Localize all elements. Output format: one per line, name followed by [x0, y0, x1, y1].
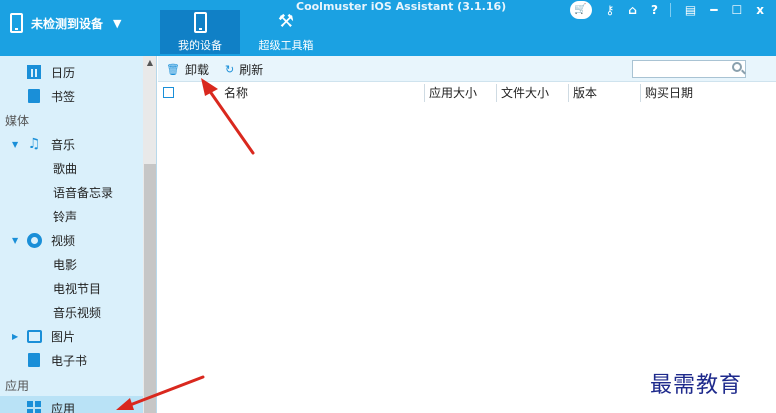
- tools-icon: ⚒: [277, 11, 295, 32]
- phone-icon: [10, 13, 23, 33]
- sidebar-item-label: 日历: [51, 65, 76, 80]
- maximize-icon[interactable]: ☐: [731, 3, 742, 17]
- sidebar-item-label: 语音备忘录: [53, 185, 114, 200]
- sidebar-item-label: 音乐: [51, 137, 76, 152]
- sidebar-item-label: 视频: [51, 233, 76, 248]
- sidebar-scrollbar[interactable]: ▲: [143, 56, 156, 413]
- photo-icon: [26, 329, 42, 343]
- sidebar-item-label: 音乐视频: [53, 305, 102, 320]
- select-all-checkbox[interactable]: [163, 87, 174, 98]
- sidebar-item-label: 图片: [51, 329, 76, 344]
- phone-icon: [193, 11, 207, 33]
- apps-icon: [27, 401, 41, 413]
- sidebar-item-label: 电视节目: [53, 281, 102, 296]
- toolbar: 🗑 卸载 ↻ 刷新: [158, 56, 776, 82]
- uninstall-label: 卸载: [184, 63, 209, 77]
- minimize-icon[interactable]: ━: [710, 3, 717, 17]
- video-icon: [26, 232, 42, 248]
- sidebar-item-music-videos[interactable]: 音乐视频: [0, 300, 143, 324]
- close-icon[interactable]: x: [756, 3, 764, 17]
- device-selector-label: 未检测到设备: [31, 16, 104, 31]
- uninstall-button[interactable]: 🗑 卸载: [166, 61, 209, 78]
- sidebar-item-movies[interactable]: 电影: [0, 252, 143, 276]
- column-header-purchase-date[interactable]: 购买日期: [640, 84, 693, 102]
- refresh-label: 刷新: [239, 63, 264, 77]
- scroll-up-icon[interactable]: ▲: [143, 58, 156, 70]
- sidebar-item-tv-shows[interactable]: 电视节目: [0, 276, 143, 300]
- app-title: Coolmuster iOS Assistant (3.1.16): [296, 0, 507, 13]
- search-box[interactable]: [632, 60, 746, 78]
- refresh-button[interactable]: ↻ 刷新: [225, 61, 263, 78]
- sidebar-section-media: 媒体: [5, 114, 30, 128]
- refresh-icon: ↻: [225, 63, 235, 76]
- music-icon: ♫: [27, 136, 41, 152]
- caret-down-icon: ▼: [113, 16, 122, 30]
- tab-my-device-label: 我的设备: [178, 39, 222, 52]
- watermark: 最需教育: [650, 373, 743, 398]
- column-header-version[interactable]: 版本: [568, 84, 597, 102]
- window-controls: 🛒 ⚷ ⌂ ? ▤ ━ ☐ x: [556, 1, 764, 19]
- sidebar-item-video[interactable]: ▼ 视频: [0, 228, 143, 252]
- trash-icon: 🗑: [166, 63, 180, 76]
- feedback-icon[interactable]: ▤: [685, 3, 696, 17]
- sidebar-item-label: 电影: [53, 257, 78, 272]
- sidebar-item-apps[interactable]: 应用: [0, 396, 143, 413]
- sidebar: 日历 书签 媒体 ▼ ♫ 音乐 歌曲 语音备忘录 铃声 ▼ 视频 电影 电视节目…: [0, 56, 157, 413]
- sidebar-item-music[interactable]: ▼ ♫ 音乐: [0, 132, 143, 156]
- sidebar-item-label: 应用: [51, 401, 76, 413]
- divider: [669, 3, 671, 17]
- sidebar-item-label: 铃声: [53, 209, 78, 224]
- search-input[interactable]: [633, 61, 729, 77]
- column-header-file-size[interactable]: 文件大小: [496, 84, 549, 102]
- main-panel: 🗑 卸载 ↻ 刷新 名称 应用大小 文件大小 版本 购买日期: [158, 56, 776, 413]
- sidebar-item-photos[interactable]: ▶ 图片: [0, 324, 143, 348]
- home-icon[interactable]: ⌂: [628, 3, 637, 17]
- sidebar-item-ringtones[interactable]: 铃声: [0, 204, 143, 228]
- bookmark-icon: [28, 89, 40, 103]
- sidebar-item-label: 书签: [51, 89, 76, 104]
- expand-icon[interactable]: ▼: [12, 236, 22, 245]
- cart-icon[interactable]: 🛒: [569, 1, 592, 19]
- tab-my-device[interactable]: 我的设备: [160, 10, 240, 54]
- search-icon[interactable]: [732, 62, 742, 72]
- tab-super-toolbox[interactable]: ⚒ 超级工具箱: [246, 10, 326, 54]
- sidebar-item-label: 歌曲: [53, 161, 78, 176]
- table-header: 名称 应用大小 文件大小 版本 购买日期: [158, 83, 776, 103]
- scrollbar-thumb[interactable]: [144, 164, 156, 413]
- sidebar-item-bookmarks[interactable]: 书签: [0, 84, 143, 108]
- expand-icon[interactable]: ▼: [12, 140, 22, 149]
- ebook-icon: [28, 353, 40, 367]
- sidebar-item-label: 电子书: [51, 353, 88, 368]
- help-icon[interactable]: ?: [651, 3, 658, 17]
- key-icon[interactable]: ⚷: [606, 3, 615, 17]
- sidebar-item-voice-memos[interactable]: 语音备忘录: [0, 180, 143, 204]
- column-header-name[interactable]: 名称: [220, 84, 248, 102]
- calendar-icon: [27, 65, 41, 79]
- sidebar-item-songs[interactable]: 歌曲: [0, 156, 143, 180]
- column-header-app-size[interactable]: 应用大小: [424, 84, 477, 102]
- sidebar-item-ebooks[interactable]: 电子书: [0, 348, 143, 372]
- sidebar-item-calendar[interactable]: 日历: [0, 60, 143, 84]
- tab-super-toolbox-label: 超级工具箱: [258, 39, 314, 52]
- sidebar-section-apps: 应用: [5, 379, 30, 393]
- expand-icon[interactable]: ▶: [12, 332, 22, 341]
- device-selector[interactable]: 未检测到设备 ▼: [10, 10, 121, 36]
- title-bar: 未检测到设备 ▼ Coolmuster iOS Assistant (3.1.1…: [0, 0, 776, 56]
